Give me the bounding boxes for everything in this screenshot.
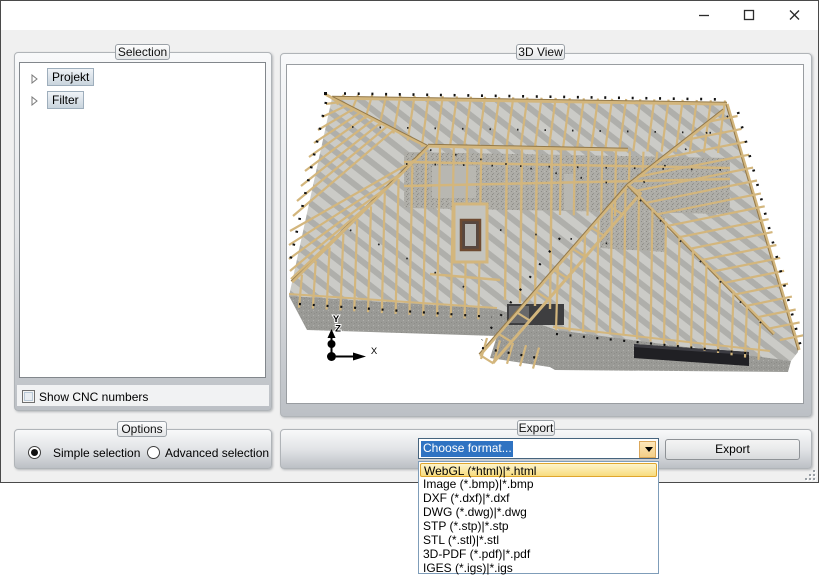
svg-text:Z: Z <box>335 324 341 335</box>
svg-text:X: X <box>371 346 378 357</box>
